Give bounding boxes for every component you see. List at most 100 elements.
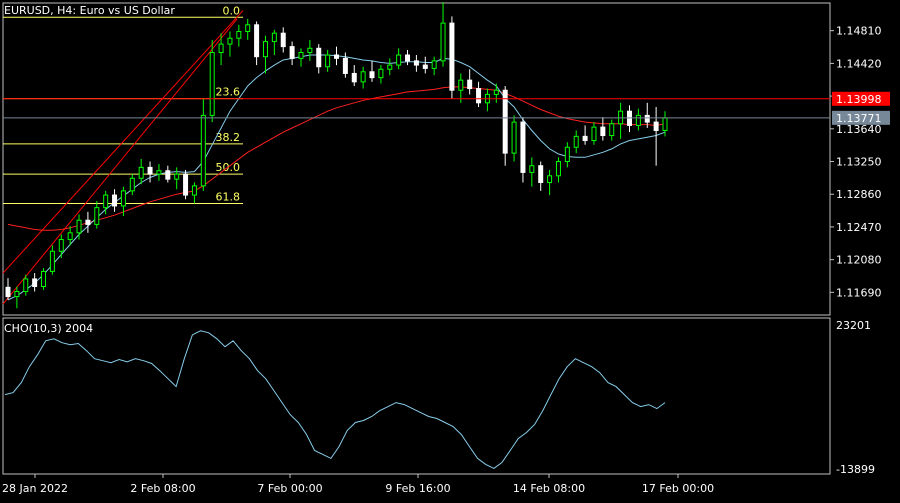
candle-body: [440, 22, 446, 62]
candle-body: [316, 47, 322, 68]
candle-body: [555, 161, 561, 177]
candle-body: [662, 117, 668, 131]
candle-body: [174, 173, 180, 180]
trend-line-upper: [2, 10, 244, 274]
candle-body: [209, 51, 215, 116]
price-tick-label: 1.13250: [836, 156, 882, 169]
time-tick-label: 14 Feb 08:00: [513, 482, 585, 495]
candle-body: [58, 239, 64, 252]
fib-level-label: 23.6: [216, 86, 241, 99]
candle-body: [254, 24, 260, 58]
candle-body: [626, 110, 632, 126]
main-price-panel[interactable]: [2, 2, 831, 316]
indicator-max-label: 23201: [836, 319, 871, 332]
candle-body: [378, 68, 384, 79]
candle-body: [538, 165, 544, 183]
candle-body: [644, 114, 650, 123]
candle-body: [307, 47, 313, 53]
candle-body: [520, 121, 526, 173]
candle-body: [325, 54, 331, 68]
fib-level-label: 61.8: [216, 190, 241, 203]
candle-body: [635, 114, 641, 126]
candle-body: [396, 54, 402, 66]
price-tick-label: 1.12470: [836, 221, 882, 234]
candle-body: [49, 250, 55, 272]
candle-body: [449, 22, 455, 91]
candle-body: [467, 79, 473, 90]
candle-body: [41, 270, 47, 287]
price-tick-label: 1.14420: [836, 57, 882, 70]
price-axis[interactable]: 1.148101.144201.140301.136401.132501.128…: [830, 25, 890, 300]
candle-body: [342, 57, 348, 74]
candle-body: [280, 32, 286, 48]
candle-body: [369, 71, 375, 79]
candle-body: [14, 291, 20, 298]
indicator-min-label: -13899: [836, 463, 875, 476]
candle-body: [120, 190, 126, 207]
trend-channel[interactable]: [2, 10, 244, 305]
time-axis[interactable]: 28 Jan 2022 2 Feb 08:00 7 Feb 00:00 9 Feb 1…: [2, 474, 714, 495]
candlesticks: [5, 2, 668, 309]
candle-body: [547, 175, 553, 183]
candle-body: [387, 64, 393, 70]
candle-body: [23, 278, 29, 293]
candle-body: [502, 89, 508, 154]
candle-body: [200, 114, 206, 187]
candle-body: [76, 219, 82, 234]
candle-body: [298, 51, 304, 59]
fibonacci-retracement[interactable]: 0.023.638.250.061.8: [3, 4, 243, 204]
candle-body: [493, 89, 499, 95]
candle-body: [405, 54, 411, 62]
candle-body: [191, 185, 197, 196]
candle-body: [218, 43, 224, 53]
candle-body: [5, 286, 11, 298]
time-tick-label: 17 Feb 00:00: [642, 482, 714, 495]
candle-body: [609, 123, 615, 137]
candle-body: [271, 32, 277, 43]
candle-body: [183, 173, 189, 196]
time-tick-label: 2 Feb 08:00: [130, 482, 195, 495]
candle-body: [600, 126, 606, 137]
indicator-axis: 23201 -13899: [836, 319, 875, 476]
indicator-panel[interactable]: [2, 317, 831, 475]
price-tick-label: 1.11690: [836, 286, 882, 299]
candle-body: [413, 60, 419, 66]
fib-level-label: 0.0: [223, 4, 241, 17]
candle-body: [129, 177, 135, 192]
candle-body: [245, 24, 251, 33]
ask-price-label: 1.13771: [836, 112, 882, 125]
candle-body: [103, 194, 109, 209]
main-panel-border: [2, 2, 831, 316]
candle-body: [351, 72, 357, 83]
chart-canvas[interactable]: 0.023.638.250.061.8 1.148101.144201.1403…: [0, 0, 900, 500]
candle-body: [458, 79, 464, 91]
candle-body: [227, 37, 233, 45]
candle-body: [511, 121, 517, 154]
price-tick-label: 1.12860: [836, 188, 882, 201]
candle-body: [582, 135, 588, 142]
cho-line: [4, 330, 666, 469]
candle-body: [289, 46, 295, 59]
candle-body: [431, 60, 437, 69]
symbol-title: EURUSD, H4: Euro vs US Dollar: [4, 4, 175, 17]
candle-body: [147, 166, 153, 175]
candle-body: [85, 219, 91, 225]
fib-level-label: 38.2: [216, 131, 241, 144]
price-level-lines: [3, 98, 830, 119]
candle-body: [138, 166, 144, 179]
candle-body: [94, 207, 100, 225]
indicator-panel-border: [2, 317, 831, 475]
time-tick-label: 9 Feb 16:00: [385, 482, 450, 495]
candle-body: [422, 64, 428, 69]
chart-window[interactable]: 0.023.638.250.061.8 1.148101.144201.1403…: [0, 0, 900, 500]
candle-body: [591, 126, 597, 142]
cho-oscillator: [4, 330, 666, 469]
candle-body: [156, 170, 162, 175]
candle-body: [564, 146, 570, 163]
candle-body: [334, 54, 339, 59]
candle-body: [529, 165, 535, 173]
time-tick-label: 28 Jan 2022: [2, 482, 68, 495]
candle-body: [476, 88, 482, 104]
time-tick-label: 7 Feb 00:00: [257, 482, 322, 495]
candle-body: [573, 135, 579, 148]
